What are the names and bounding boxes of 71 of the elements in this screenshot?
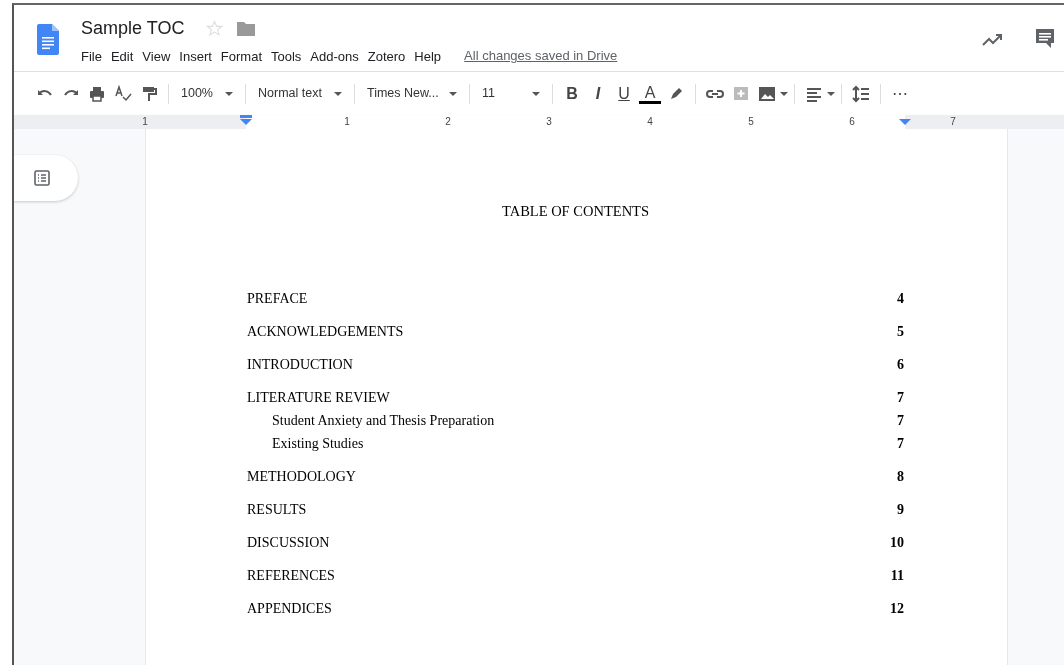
toc-entry[interactable]: RESULTS bbox=[247, 497, 307, 521]
caret-icon bbox=[532, 91, 540, 96]
document-title[interactable]: Sample TOC bbox=[81, 17, 185, 39]
menu-item[interactable]: Zotero bbox=[367, 49, 406, 64]
page-number: 7 bbox=[897, 411, 904, 430]
line-spacing-icon[interactable] bbox=[852, 84, 870, 103]
caret-icon[interactable] bbox=[780, 91, 788, 96]
page-number: 5 bbox=[897, 322, 904, 341]
page-number: 6 bbox=[897, 355, 904, 374]
font-dropdown[interactable]: Times New... bbox=[361, 84, 463, 103]
page-number: 12 bbox=[890, 599, 904, 618]
star-icon[interactable] bbox=[206, 19, 224, 37]
toc-entry[interactable]: DISCUSSION bbox=[247, 530, 330, 554]
menu-item[interactable]: Help bbox=[414, 49, 442, 64]
menu-item[interactable]: Insert bbox=[179, 49, 212, 64]
menu-item[interactable]: File bbox=[81, 49, 102, 64]
comment-icon[interactable] bbox=[1034, 27, 1056, 49]
toc-entry[interactable]: REFERENCES bbox=[247, 563, 335, 587]
ruler-number: 1 bbox=[344, 115, 350, 129]
folder-icon[interactable] bbox=[237, 20, 256, 36]
ruler[interactable]: 1 1 2 3 4 5 6 7 bbox=[145, 115, 1008, 129]
toc-entry[interactable]: Existing Studies bbox=[272, 431, 364, 455]
style-dropdown[interactable]: Normal text bbox=[252, 84, 348, 103]
page-number: 7 bbox=[897, 434, 904, 453]
caret-icon bbox=[334, 91, 342, 96]
toc-entry[interactable]: INTRODUCTION bbox=[247, 352, 353, 376]
bold-button[interactable]: B bbox=[559, 81, 585, 106]
toc-entry[interactable]: PREFACE bbox=[247, 286, 308, 310]
caret-icon bbox=[225, 91, 233, 96]
page-number: 8 bbox=[897, 467, 904, 486]
toc-entry[interactable]: APPENDICES bbox=[247, 596, 332, 620]
toc-entry[interactable]: ACKNOWLEDGEMENTS bbox=[247, 319, 404, 343]
ruler-number: 6 bbox=[849, 115, 855, 129]
menu-item[interactable]: Add-ons bbox=[310, 49, 359, 64]
more-button[interactable]: ⋯ bbox=[887, 81, 913, 106]
page-number: 7 bbox=[897, 388, 904, 407]
menu-item[interactable]: Tools bbox=[271, 49, 302, 64]
ruler-number: 7 bbox=[950, 115, 956, 129]
toc-entry[interactable]: Student Anxiety and Thesis Preparation bbox=[272, 408, 495, 432]
outline-icon bbox=[34, 170, 50, 186]
ruler-number: 3 bbox=[546, 115, 552, 129]
menu-item[interactable]: Edit bbox=[110, 49, 134, 64]
caret-icon bbox=[449, 91, 457, 96]
menu-item[interactable]: View bbox=[142, 49, 171, 64]
docs-logo-icon[interactable] bbox=[37, 24, 59, 55]
page-number: 4 bbox=[897, 289, 904, 308]
font-size-dropdown[interactable]: 11 bbox=[476, 84, 546, 103]
ruler-number: 5 bbox=[748, 115, 754, 129]
ruler-number: 2 bbox=[445, 115, 451, 129]
save-status-link[interactable]: All changes saved in Drive bbox=[464, 46, 618, 66]
page-number: 10 bbox=[890, 533, 904, 552]
spellcheck-icon[interactable] bbox=[114, 84, 132, 103]
ruler-number: 1 bbox=[142, 115, 148, 129]
menu-item[interactable]: Format bbox=[220, 49, 262, 64]
underline-button[interactable]: U bbox=[611, 81, 637, 106]
activity-chart-icon[interactable] bbox=[982, 33, 1004, 47]
caret-icon[interactable] bbox=[827, 91, 835, 96]
italic-button[interactable]: I bbox=[585, 81, 611, 106]
paint-format-icon[interactable] bbox=[140, 84, 158, 103]
toc-entry[interactable]: LITERATURE REVIEW bbox=[247, 385, 390, 409]
page-number: 11 bbox=[890, 566, 904, 585]
page-number: 9 bbox=[897, 500, 904, 519]
ruler-number: 4 bbox=[647, 115, 653, 129]
indent-marker[interactable] bbox=[240, 115, 252, 125]
outline-button[interactable] bbox=[14, 155, 78, 201]
print-icon[interactable] bbox=[88, 84, 106, 103]
zoom-dropdown[interactable]: 100% bbox=[175, 84, 239, 103]
toc-heading: TABLE OF CONTENTS bbox=[500, 202, 651, 221]
text-color-button[interactable]: A bbox=[639, 83, 661, 104]
toc-entry[interactable]: METHODOLOGY bbox=[247, 464, 356, 488]
image-icon[interactable] bbox=[758, 84, 776, 103]
